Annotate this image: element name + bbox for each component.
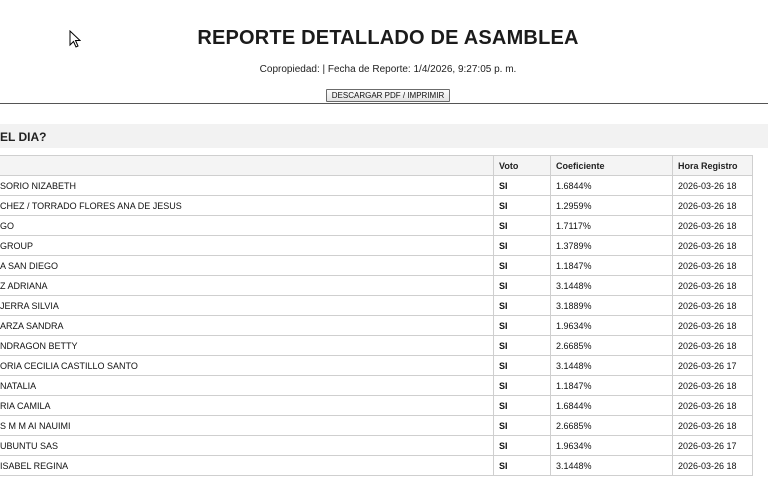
table-row: JERRA SILVIA SI 3.1889% 2026-03-26 18 bbox=[0, 295, 753, 316]
table-row: S M M AI NAUIMI SI 2.6685% 2026-03-26 18 bbox=[0, 415, 753, 436]
cell-coeficiente: 3.1448% bbox=[550, 275, 673, 296]
cell-coeficiente: 1.1847% bbox=[550, 255, 673, 276]
cell-voto: SI bbox=[493, 215, 551, 236]
cell-voto: SI bbox=[493, 275, 551, 296]
cell-hora: 2026-03-26 18 bbox=[672, 235, 753, 256]
cell-coeficiente: 1.3789% bbox=[550, 235, 673, 256]
cell-voto: SI bbox=[493, 295, 551, 316]
cell-hora: 2026-03-26 18 bbox=[672, 255, 753, 276]
cell-hora: 2026-03-26 18 bbox=[672, 295, 753, 316]
table-header-row: Voto Coeficiente Hora Registro bbox=[0, 155, 753, 176]
cell-name: NATALIA bbox=[0, 375, 494, 396]
cell-coeficiente: 2.6685% bbox=[550, 335, 673, 356]
cell-coeficiente: 3.1889% bbox=[550, 295, 673, 316]
table-row: ORIA CECILIA CASTILLO SANTO SI 3.1448% 2026… bbox=[0, 355, 753, 376]
cell-voto: SI bbox=[493, 335, 551, 356]
cell-name: RIA CAMILA bbox=[0, 395, 494, 416]
cell-hora: 2026-03-26 18 bbox=[672, 195, 753, 216]
table-row: Z ADRIANA SI 3.1448% 2026-03-26 18 bbox=[0, 275, 753, 296]
cell-coeficiente: 3.1448% bbox=[550, 355, 673, 376]
cell-coeficiente: 3.1448% bbox=[550, 455, 673, 476]
cell-voto: SI bbox=[493, 235, 551, 256]
cell-voto: SI bbox=[493, 375, 551, 396]
cell-hora: 2026-03-26 17 bbox=[672, 355, 753, 376]
cell-name: ISABEL REGINA bbox=[0, 455, 494, 476]
cell-voto: SI bbox=[493, 415, 551, 436]
section-header: EL DIA? bbox=[0, 124, 768, 148]
header-voto: Voto bbox=[493, 155, 551, 176]
table-row: CHEZ / TORRADO FLORES ANA DE JESUS SI 1.29… bbox=[0, 195, 753, 216]
cell-coeficiente: 1.6844% bbox=[550, 175, 673, 196]
cell-coeficiente: 1.2959% bbox=[550, 195, 673, 216]
cell-voto: SI bbox=[493, 455, 551, 476]
cell-name: SORIO NIZABETH bbox=[0, 175, 494, 196]
table-row: A SAN DIEGO SI 1.1847% 2026-03-26 18 bbox=[0, 255, 753, 276]
cell-hora: 2026-03-26 18 bbox=[672, 455, 753, 476]
table-row: ISABEL REGINA SI 3.1448% 2026-03-26 18 bbox=[0, 455, 753, 476]
cell-hora: 2026-03-26 18 bbox=[672, 215, 753, 236]
cell-voto: SI bbox=[493, 395, 551, 416]
votes-table-body: SORIO NIZABETH SI 1.6844% 2026-03-26 18 CHEZ… bbox=[0, 175, 753, 476]
table-row: SORIO NIZABETH SI 1.6844% 2026-03-26 18 bbox=[0, 175, 753, 196]
cell-hora: 2026-03-26 18 bbox=[672, 175, 753, 196]
cell-voto: SI bbox=[493, 435, 551, 456]
cell-coeficiente: 1.6844% bbox=[550, 395, 673, 416]
page-title: REPORTE DETALLADO DE ASAMBLEA bbox=[197, 27, 579, 49]
cell-hora: 2026-03-26 18 bbox=[672, 415, 753, 436]
cell-name: UBUNTU SAS bbox=[0, 435, 494, 456]
votes-table: Voto Coeficiente Hora Registro SORIO NIZ… bbox=[0, 155, 753, 476]
cell-name: S M M AI NAUIMI bbox=[0, 415, 494, 436]
table-row: GROUP SI 1.3789% 2026-03-26 18 bbox=[0, 235, 753, 256]
cell-coeficiente: 1.9634% bbox=[550, 435, 673, 456]
table-row: NATALIA SI 1.1847% 2026-03-26 18 bbox=[0, 375, 753, 396]
cell-hora: 2026-03-26 18 bbox=[672, 275, 753, 296]
cell-name: CHEZ / TORRADO FLORES ANA DE JESUS bbox=[0, 195, 494, 216]
cell-hora: 2026-03-26 17 bbox=[672, 435, 753, 456]
report-meta: Copropiedad: | Fecha de Reporte: 1/4/202… bbox=[259, 64, 517, 75]
cell-name: GO bbox=[0, 215, 494, 236]
print-button-wrap: DESCARGAR PDF / IMPRIMIR bbox=[0, 85, 768, 103]
table-row: GO SI 1.7117% 2026-03-26 18 bbox=[0, 215, 753, 236]
cell-voto: SI bbox=[493, 195, 551, 216]
section-title: EL DIA? bbox=[0, 130, 47, 144]
cell-voto: SI bbox=[493, 175, 551, 196]
cell-hora: 2026-03-26 18 bbox=[672, 375, 753, 396]
cell-hora: 2026-03-26 18 bbox=[672, 315, 753, 336]
divider bbox=[0, 103, 768, 104]
cell-voto: SI bbox=[493, 255, 551, 276]
cell-hora: 2026-03-26 18 bbox=[672, 395, 753, 416]
table-row: NDRAGON BETTY SI 2.6685% 2026-03-26 18 bbox=[0, 335, 753, 356]
cell-coeficiente: 1.9634% bbox=[550, 315, 673, 336]
table-row: ARZA SANDRA SI 1.9634% 2026-03-26 18 bbox=[0, 315, 753, 336]
cell-coeficiente: 1.7117% bbox=[550, 215, 673, 236]
table-row: UBUNTU SAS SI 1.9634% 2026-03-26 17 bbox=[0, 435, 753, 456]
cell-name: JERRA SILVIA bbox=[0, 295, 494, 316]
header-hora: Hora Registro bbox=[672, 155, 753, 176]
print-button[interactable]: DESCARGAR PDF / IMPRIMIR bbox=[325, 89, 451, 102]
cell-name: GROUP bbox=[0, 235, 494, 256]
header-coeficiente: Coeficiente bbox=[550, 155, 673, 176]
cell-voto: SI bbox=[493, 315, 551, 336]
cell-coeficiente: 2.6685% bbox=[550, 415, 673, 436]
table-row: RIA CAMILA SI 1.6844% 2026-03-26 18 bbox=[0, 395, 753, 416]
cell-name: Z ADRIANA bbox=[0, 275, 494, 296]
header-name bbox=[0, 155, 494, 176]
cell-name: A SAN DIEGO bbox=[0, 255, 494, 276]
report-page: REPORTE DETALLADO DE ASAMBLEA Copropieda… bbox=[0, 0, 768, 484]
cell-name: ARZA SANDRA bbox=[0, 315, 494, 336]
cell-coeficiente: 1.1847% bbox=[550, 375, 673, 396]
cell-voto: SI bbox=[493, 355, 551, 376]
cell-name: NDRAGON BETTY bbox=[0, 335, 494, 356]
cell-name: ORIA CECILIA CASTILLO SANTO bbox=[0, 355, 494, 376]
cell-hora: 2026-03-26 18 bbox=[672, 335, 753, 356]
